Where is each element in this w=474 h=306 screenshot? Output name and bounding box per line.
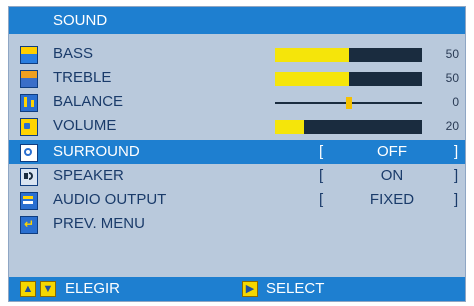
surround-bracket-close: ]	[454, 143, 459, 160]
footer-select-label: SELECT	[266, 280, 325, 297]
menu-item-treble[interactable]: TREBLE 50	[9, 66, 465, 90]
page-title: SOUND	[53, 12, 108, 29]
bass-label: BASS	[53, 45, 94, 62]
audio-output-bracket-close: ]	[454, 191, 459, 208]
speaker-icon	[20, 168, 38, 186]
speaker-bracket-open: [	[319, 167, 324, 184]
menu-item-volume[interactable]: VOLUME 20	[9, 114, 465, 138]
arrow-down-icon: ▼	[40, 281, 56, 297]
surround-bracket-open: [	[319, 143, 324, 160]
menu-item-surround[interactable]: SURROUND [ OFF ]	[9, 140, 465, 164]
surround-label: SURROUND	[53, 143, 140, 160]
arrow-right-icon: ▶	[242, 281, 258, 297]
treble-value: 50	[445, 71, 459, 85]
menu-item-speaker[interactable]: SPEAKER [ ON ]	[9, 164, 465, 188]
treble-level-fill	[275, 72, 349, 86]
volume-value: 20	[445, 119, 459, 133]
speaker-label: SPEAKER	[53, 167, 124, 184]
sound-osd-menu: SOUND BASS 50 TREBLE 50 BALANCE 0 VOLUME…	[8, 6, 466, 302]
surround-option-value[interactable]: OFF	[327, 140, 457, 164]
menu-item-audio-output[interactable]: AUDIO OUTPUT [ FIXED ]	[9, 188, 465, 212]
balance-value: 0	[452, 95, 459, 109]
arrow-up-icon: ▲	[20, 281, 36, 297]
footer-choose-label: ELEGIR	[65, 280, 121, 297]
surround-icon	[20, 144, 38, 162]
bass-value: 50	[445, 47, 459, 61]
menu-item-bass[interactable]: BASS 50	[9, 42, 465, 66]
bass-icon	[20, 46, 38, 64]
audio-output-option-value[interactable]: FIXED	[327, 188, 457, 212]
menu-footer: ▲ ▼ ELEGIR ▶ SELECT	[9, 277, 465, 301]
audio-output-bracket-open: [	[319, 191, 324, 208]
volume-label: VOLUME	[53, 117, 117, 134]
speaker-option-value[interactable]: ON	[327, 164, 457, 188]
volume-level-fill	[275, 120, 305, 134]
speaker-bracket-close: ]	[454, 167, 459, 184]
treble-icon	[20, 70, 38, 88]
menu-header: SOUND	[9, 7, 465, 34]
volume-icon	[20, 118, 38, 136]
prev-menu-label: PREV. MENU	[53, 215, 145, 232]
treble-label: TREBLE	[53, 69, 112, 86]
balance-slider-thumb[interactable]	[345, 97, 352, 109]
bass-slider[interactable]	[275, 48, 422, 62]
audio-output-label: AUDIO OUTPUT	[53, 191, 167, 208]
menu-item-prev-menu[interactable]: ↵ PREV. MENU	[9, 212, 465, 236]
return-icon: ↵	[20, 216, 38, 234]
menu-item-balance[interactable]: BALANCE 0	[9, 90, 465, 114]
audio-output-icon	[20, 192, 38, 210]
balance-label: BALANCE	[53, 93, 124, 110]
treble-slider[interactable]	[275, 72, 422, 86]
bass-level-fill	[275, 48, 349, 62]
balance-icon	[20, 94, 38, 112]
volume-slider[interactable]	[275, 120, 422, 134]
